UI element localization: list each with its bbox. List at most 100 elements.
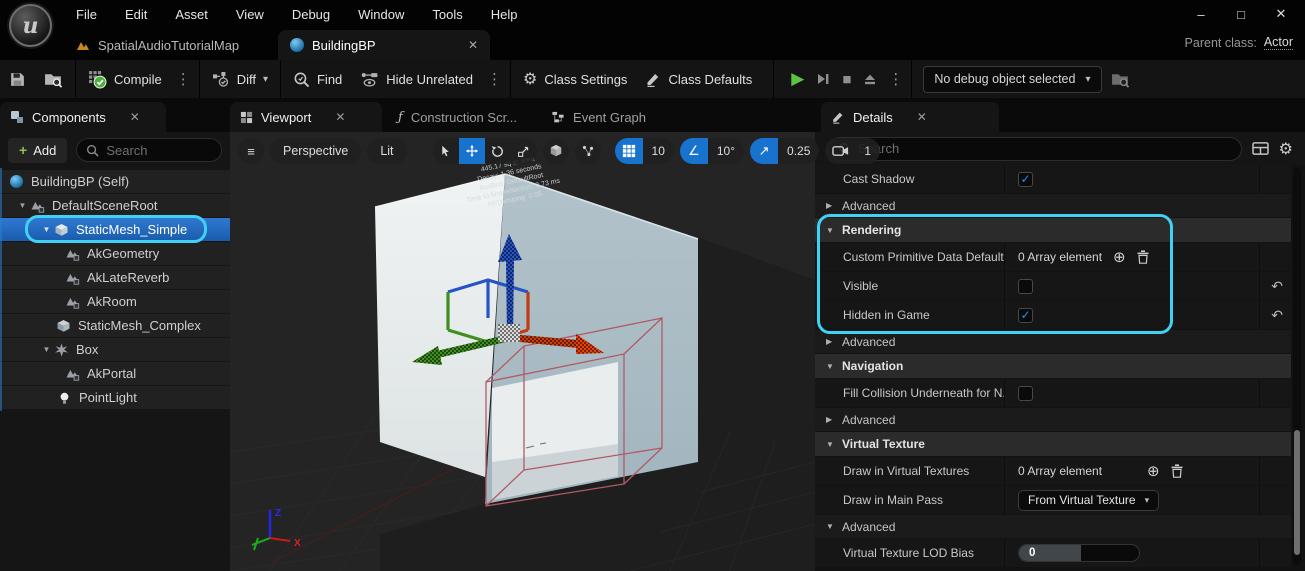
tab-components[interactable]: Components ✕ <box>0 102 166 132</box>
camera-speed-value[interactable]: 1 <box>855 144 880 158</box>
scale-tool-button[interactable] <box>511 138 537 164</box>
tree-row-staticmesh-simple[interactable]: ▼ StaticMesh_Simple <box>0 218 230 241</box>
viewport-3d-scene[interactable]: 445.17 sq m area Decay: 1.36 seconds Aux… <box>230 132 815 571</box>
rotation-snap-value[interactable]: 10° <box>708 144 744 158</box>
parent-class-link[interactable]: Actor <box>1264 35 1293 50</box>
tree-row-staticmesh-complex[interactable]: StaticMesh_Complex <box>0 314 230 337</box>
row-advanced-navigation[interactable]: ▶ Advanced <box>815 408 1291 431</box>
rotation-snap-icon[interactable]: ∠ <box>680 138 708 164</box>
play-button[interactable]: ▶ <box>777 60 810 98</box>
tree-row-akportal[interactable]: AkPortal <box>0 362 230 385</box>
header-navigation[interactable]: ▼ Navigation <box>815 354 1291 378</box>
diff-button[interactable]: Diff ▾ <box>203 60 277 98</box>
components-panel: Components ✕ + Add Search BuildingBP (Se… <box>0 98 230 571</box>
tree-row-defaultsceneroot[interactable]: ▼ DefaultSceneRoot <box>0 194 230 217</box>
grid-snap-icon[interactable] <box>615 138 643 164</box>
draw-main-pass-select[interactable]: From Virtual Texture ▾ <box>1018 490 1159 511</box>
scale-snap-value[interactable]: 0.25 <box>778 144 819 158</box>
scale-snap-icon[interactable]: ↗ <box>750 138 778 164</box>
menu-view[interactable]: View <box>222 7 278 22</box>
header-rendering[interactable]: ▼ Rendering <box>815 218 1291 242</box>
display-filter-icon[interactable] <box>1252 141 1269 156</box>
add-array-element-icon[interactable]: ⊕ <box>1147 462 1160 480</box>
select-tool-button[interactable] <box>433 138 459 164</box>
vt-lod-bias-input[interactable]: 0 <box>1018 544 1140 562</box>
tab-construction-script[interactable]: ƒ Construction Scr... <box>388 102 527 132</box>
menu-window[interactable]: Window <box>344 7 418 22</box>
expand-arrow-icon[interactable]: ▼ <box>40 225 53 234</box>
clear-array-icon[interactable] <box>1171 464 1183 478</box>
details-settings-icon[interactable]: ⚙ <box>1279 139 1293 159</box>
camera-icon[interactable] <box>825 145 855 157</box>
row-advanced-rendering[interactable]: ▶ Advanced <box>815 330 1291 353</box>
details-scrollbar[interactable] <box>1293 168 1301 565</box>
close-button[interactable]: ✕ <box>1261 6 1301 22</box>
hidden-in-game-checkbox[interactable]: ✓ <box>1018 308 1033 323</box>
tree-row-pointlight[interactable]: PointLight <box>0 386 230 409</box>
class-defaults-button[interactable]: Class Defaults <box>636 60 761 98</box>
grid-snap-value[interactable]: 10 <box>643 144 674 158</box>
maximize-button[interactable]: □ <box>1221 7 1261 22</box>
tab-building-bp[interactable]: BuildingBP ✕ <box>278 30 490 60</box>
lit-mode-button[interactable]: Lit <box>367 138 406 164</box>
surface-snapping-button[interactable] <box>575 138 601 164</box>
browse-debug-object-button[interactable] <box>1102 60 1139 98</box>
scrollbar-thumb[interactable] <box>1294 430 1300 555</box>
menu-tools[interactable]: Tools <box>418 7 476 22</box>
close-tab-icon[interactable]: ✕ <box>917 110 927 124</box>
rotate-tool-button[interactable] <box>485 138 511 164</box>
tree-row-akroom[interactable]: AkRoom <box>0 290 230 313</box>
row-advanced-lighting[interactable]: ▶ Advanced <box>815 194 1291 217</box>
add-component-button[interactable]: + Add <box>8 138 67 163</box>
compile-button[interactable]: Compile <box>79 60 171 98</box>
tree-row-box[interactable]: ▼ Box <box>0 338 230 361</box>
viewport-options-button[interactable]: ≡ <box>238 138 264 164</box>
lit-label: Lit <box>380 144 393 158</box>
clear-array-icon[interactable] <box>1137 250 1149 264</box>
add-array-element-icon[interactable]: ⊕ <box>1113 248 1126 266</box>
compile-options-icon[interactable]: ⋮ <box>171 70 196 88</box>
tab-spatial-audio-map[interactable]: SpatialAudioTutorialMap <box>66 30 249 60</box>
reset-to-default-icon[interactable]: ↶ <box>1271 278 1283 295</box>
browse-asset-button[interactable] <box>35 60 72 98</box>
svg-text:X: X <box>294 538 301 549</box>
tab-viewport[interactable]: Viewport ✕ <box>230 102 382 132</box>
menu-asset[interactable]: Asset <box>161 7 222 22</box>
close-tab-icon[interactable]: ✕ <box>468 38 478 52</box>
save-button[interactable] <box>0 60 35 98</box>
debug-object-select[interactable]: No debug object selected ▾ <box>923 66 1101 93</box>
menu-edit[interactable]: Edit <box>111 7 161 22</box>
eject-button[interactable] <box>857 60 883 98</box>
fill-collision-checkbox[interactable] <box>1018 386 1033 401</box>
stop-button[interactable]: ■ <box>836 60 857 98</box>
play-options-icon[interactable]: ⋮ <box>883 70 908 88</box>
menu-file[interactable]: File <box>62 7 111 22</box>
find-button[interactable]: Find <box>284 60 351 98</box>
reset-to-default-icon[interactable]: ↶ <box>1271 307 1283 324</box>
expand-arrow-icon[interactable]: ▼ <box>16 201 29 210</box>
class-settings-button[interactable]: ⚙ Class Settings <box>514 60 636 98</box>
components-search-input[interactable]: Search <box>76 138 222 162</box>
menu-debug[interactable]: Debug <box>278 7 344 22</box>
coordinate-system-button[interactable] <box>543 138 569 164</box>
tab-details[interactable]: Details ✕ <box>821 102 999 132</box>
expand-arrow-icon[interactable]: ▼ <box>40 345 53 354</box>
header-virtual-texture[interactable]: ▼ Virtual Texture <box>815 432 1291 456</box>
tree-row-aklatereverb[interactable]: AkLateReverb <box>0 266 230 289</box>
row-advanced-virtual-texture[interactable]: ▼ Advanced <box>815 515 1291 538</box>
cast-shadow-checkbox[interactable]: ✓ <box>1018 172 1033 187</box>
tree-row-buildingbp[interactable]: BuildingBP (Self) <box>0 170 230 193</box>
minimize-button[interactable]: – <box>1181 7 1221 22</box>
perspective-button[interactable]: Perspective <box>270 138 361 164</box>
frame-skip-button[interactable] <box>810 60 836 98</box>
close-tab-icon[interactable]: ✕ <box>130 110 140 124</box>
visible-checkbox[interactable] <box>1018 279 1033 294</box>
close-tab-icon[interactable]: ✕ <box>335 110 345 124</box>
hide-unrelated-button[interactable]: Hide Unrelated <box>351 60 482 98</box>
details-search-input[interactable]: Search <box>828 137 1242 161</box>
menu-help[interactable]: Help <box>477 7 532 22</box>
tree-row-akgeometry[interactable]: AkGeometry <box>0 242 230 265</box>
move-tool-button[interactable] <box>459 138 485 164</box>
tab-event-graph[interactable]: Event Graph <box>541 102 656 132</box>
hide-unrelated-options-icon[interactable]: ⋮ <box>482 70 507 88</box>
